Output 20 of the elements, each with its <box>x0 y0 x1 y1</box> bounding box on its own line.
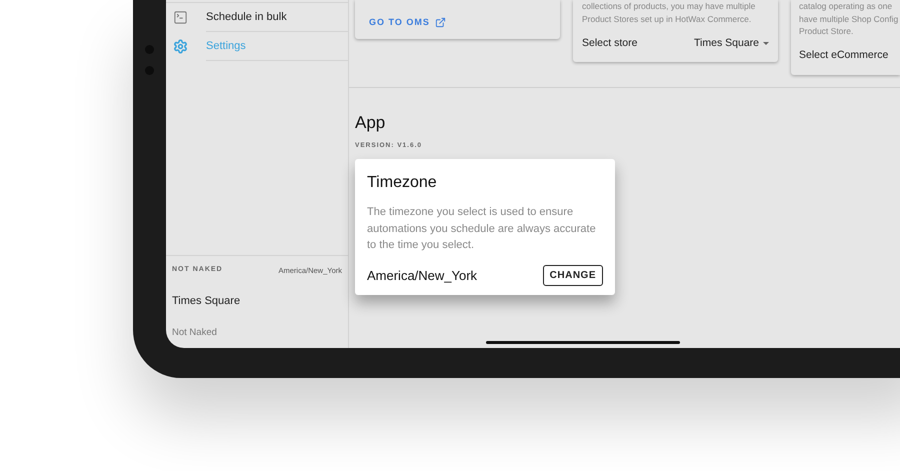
card-description: Product Stores set up in HotWax Commerce. <box>582 12 752 25</box>
card-description: The timezone you select is used to ensure automations you schedule are always accurate to the time you select. <box>367 205 597 254</box>
caret-icon <box>763 42 769 46</box>
card-description: Product Store. <box>799 25 854 38</box>
section-title: App <box>355 112 386 134</box>
card-description: have multiple Shop Config <box>799 12 900 25</box>
store-dropdown[interactable]: Times Square <box>694 36 769 52</box>
card-description: collections of products, you may have multiple <box>582 0 756 12</box>
store-name: Times Square <box>172 294 242 310</box>
terminal-icon <box>173 10 188 25</box>
change-button[interactable]: CHANGE <box>542 264 603 286</box>
external-link-icon <box>434 17 446 28</box>
card-description: catalog operating as one <box>799 0 894 12</box>
company-name: Not Naked <box>172 326 218 340</box>
select-store-label: Select store <box>582 36 638 51</box>
timezone-value: America/New_York <box>367 266 478 285</box>
select-ecommerce-label: Select eCommerce <box>799 48 890 62</box>
settings-icon <box>173 39 188 54</box>
card-title: Timezone <box>367 173 438 194</box>
sidebar-item[interactable]: Schedule in bulk <box>166 3 348 32</box>
